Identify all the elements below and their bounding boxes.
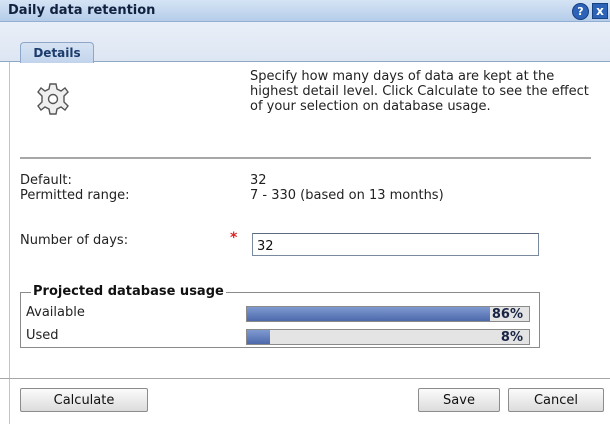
available-bar-fill [247,307,490,321]
cancel-button[interactable]: Cancel [508,388,604,412]
available-percent: 86% [491,307,523,322]
required-marker: * [230,230,238,246]
days-label: Number of days: [20,233,129,248]
separator [20,157,591,159]
used-label: Used [26,328,59,343]
used-bar-fill [247,330,270,344]
used-percent: 8% [500,330,523,345]
permitted-range-value: 7 - 330 (based on 13 months) [250,188,444,203]
gear-icon [37,83,69,115]
available-bar: 86% [246,306,530,322]
tab-details[interactable]: Details [20,42,94,63]
help-icon[interactable]: ? [572,3,589,20]
save-button[interactable]: Save [418,388,500,412]
usage-title: Projected database usage [31,284,226,299]
days-input[interactable] [252,233,539,256]
used-bar: 8% [246,329,530,345]
close-icon[interactable]: x [592,3,608,19]
description-text: Specify how many days of data are kept a… [250,69,589,114]
permitted-range-label: Permitted range: [20,188,130,203]
available-label: Available [26,305,85,320]
footer-separator [0,378,610,379]
title-bar: Daily data retention ? x [0,0,610,22]
default-value: 32 [250,173,267,188]
default-label: Default: [20,173,72,188]
window-title: Daily data retention [8,3,156,18]
calculate-button[interactable]: Calculate [20,388,148,412]
